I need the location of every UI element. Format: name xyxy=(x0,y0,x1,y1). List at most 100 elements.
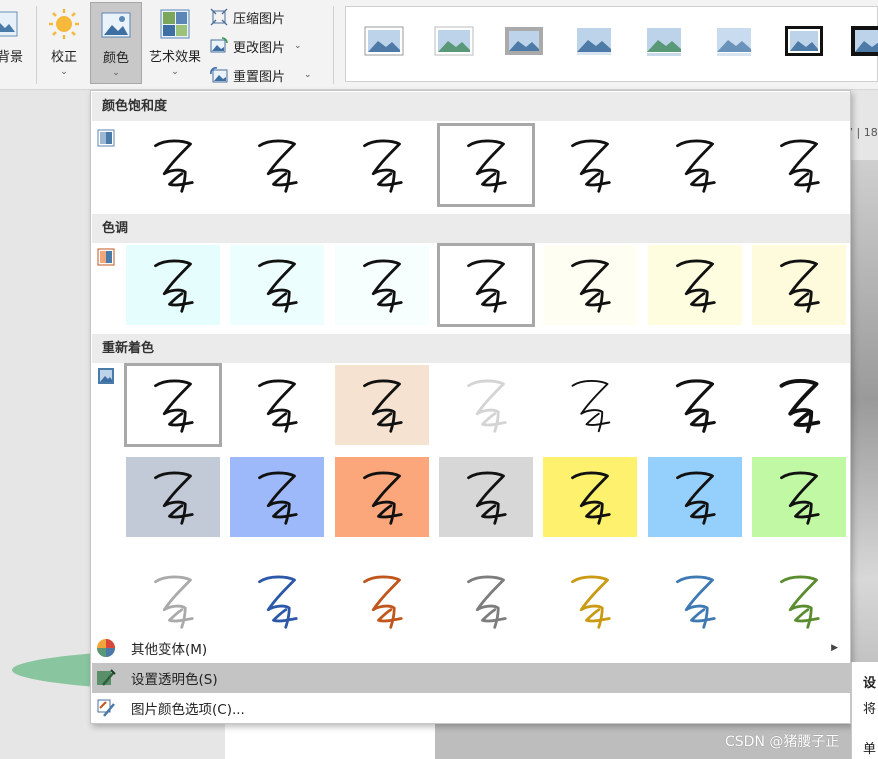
artistic-effects-button[interactable]: 艺术效果 ⌄ xyxy=(143,2,207,84)
change-picture-button[interactable]: 更改图片 ⌄ xyxy=(210,34,302,58)
recolor-option[interactable] xyxy=(335,561,429,641)
handwritten-z4-image xyxy=(676,471,716,525)
saturation-option[interactable] xyxy=(335,125,429,205)
saturation-option[interactable] xyxy=(752,125,846,205)
picture-style-option[interactable] xyxy=(434,25,474,57)
recolor-option[interactable] xyxy=(543,561,637,641)
handwritten-z4-image xyxy=(467,259,507,313)
handwritten-z4-image xyxy=(154,379,194,433)
tone-option[interactable] xyxy=(437,243,535,327)
recolor-option[interactable] xyxy=(124,363,222,447)
picture-style-option[interactable] xyxy=(364,25,404,57)
picture-style-option[interactable] xyxy=(644,25,684,57)
picture-color-options-icon xyxy=(97,699,115,717)
background-icon xyxy=(0,11,18,37)
recolor-option[interactable] xyxy=(335,457,429,537)
handwritten-z4-image xyxy=(363,471,403,525)
ribbon: 背景 校正 ⌄ 颜色 ⌄ 艺术效果 ⌄ 压缩图片 更改图片 ⌄ 重置图片 ⌄ xyxy=(0,0,878,90)
chevron-down-icon: ⌄ xyxy=(112,68,120,78)
handwritten-z4-image xyxy=(363,259,403,313)
chevron-down-icon: ⌄ xyxy=(294,41,302,51)
reset-picture-button[interactable]: 重置图片 ⌄ xyxy=(210,63,312,87)
artistic-effects-label: 艺术效果 xyxy=(148,50,201,65)
tone-option[interactable] xyxy=(752,245,846,325)
tone-option[interactable] xyxy=(543,245,637,325)
recolor-option[interactable] xyxy=(439,457,533,537)
compress-pictures-button[interactable]: 压缩图片 xyxy=(210,5,285,29)
color-picture-icon xyxy=(101,12,131,38)
color-button[interactable]: 颜色 ⌄ xyxy=(90,2,142,84)
saturation-option[interactable] xyxy=(543,125,637,205)
recolor-option[interactable] xyxy=(230,457,324,537)
recolor-option[interactable] xyxy=(648,457,742,537)
recolor-option[interactable] xyxy=(126,457,220,537)
corrections-button[interactable]: 校正 ⌄ xyxy=(44,2,84,84)
recolor-option[interactable] xyxy=(126,561,220,641)
handwritten-z4-image xyxy=(780,471,820,525)
saturation-option[interactable] xyxy=(648,125,742,205)
handwritten-z4-image xyxy=(571,471,611,525)
picture-style-option[interactable] xyxy=(714,25,754,57)
compress-pictures-label: 压缩图片 xyxy=(233,11,286,27)
handwritten-z4-image xyxy=(780,575,820,629)
saturation-option[interactable] xyxy=(437,123,535,207)
watermark: CSDN @猪腰子正 xyxy=(725,734,840,750)
tooltip-title-char: 设 xyxy=(863,676,877,691)
picture-styles-gallery xyxy=(345,6,878,82)
picture-color-options-label: 图片颜色选项(C)... xyxy=(131,702,245,718)
tone-option[interactable] xyxy=(126,245,220,325)
more-variations-menu-item[interactable]: 其他变体(M) ▶ xyxy=(92,633,850,663)
picture-style-option[interactable] xyxy=(850,25,878,57)
handwritten-z4-image xyxy=(571,139,611,193)
set-transparent-color-icon xyxy=(97,669,116,686)
saturation-option[interactable] xyxy=(126,125,220,205)
picture-style-option[interactable] xyxy=(504,25,544,57)
change-picture-icon xyxy=(210,37,228,53)
recolor-option[interactable] xyxy=(439,365,533,445)
handwritten-z4-image xyxy=(675,379,716,433)
section-header-tone: 色调 xyxy=(92,214,850,243)
recolor-icon xyxy=(98,368,114,384)
handwritten-z4-image xyxy=(258,379,298,433)
reset-picture-icon xyxy=(210,67,228,83)
tone-option[interactable] xyxy=(335,245,429,325)
recolor-option[interactable] xyxy=(648,365,742,445)
set-transparent-color-menu-item[interactable]: 设置透明色(S) xyxy=(92,663,850,693)
handwritten-z4-image xyxy=(363,575,403,629)
recolor-option[interactable] xyxy=(752,365,846,445)
handwritten-z4-image xyxy=(780,139,820,193)
ribbon-separator xyxy=(333,6,334,84)
recolor-option[interactable] xyxy=(439,561,533,641)
handwritten-z4-image xyxy=(154,575,194,629)
remove-background-button[interactable]: 背景 xyxy=(0,2,30,84)
handwritten-z4-image xyxy=(676,139,716,193)
reset-picture-label: 重置图片 xyxy=(233,69,286,85)
recolor-option[interactable] xyxy=(752,457,846,537)
tone-option[interactable] xyxy=(230,245,324,325)
recolor-option[interactable] xyxy=(752,561,846,641)
recolor-option[interactable] xyxy=(230,561,324,641)
change-picture-label: 更改图片 xyxy=(233,40,286,56)
handwritten-z4-image xyxy=(571,259,611,313)
recolor-option[interactable] xyxy=(335,365,429,445)
recolor-option[interactable] xyxy=(648,561,742,641)
saturation-icon xyxy=(97,129,115,147)
handwritten-z4-image xyxy=(258,259,298,313)
picture-color-options-menu-item[interactable]: 图片颜色选项(C)... xyxy=(92,693,850,723)
color-dropdown-panel: 颜色饱和度 色调 重新着色 其他变体(M) ▶ 设置透明色(S) 图片颜色选项(… xyxy=(90,90,851,724)
document-page xyxy=(225,720,435,759)
handwritten-z4-image xyxy=(363,379,403,433)
tone-option[interactable] xyxy=(648,245,742,325)
palette-icon xyxy=(97,639,115,657)
handwritten-z4-image xyxy=(258,139,298,193)
picture-style-option[interactable] xyxy=(784,25,824,57)
recolor-option[interactable] xyxy=(230,365,324,445)
picture-style-option[interactable] xyxy=(574,25,614,57)
recolor-option[interactable] xyxy=(543,457,637,537)
tooltip: 设 将 单 xyxy=(851,662,878,759)
handwritten-z4-image xyxy=(571,379,611,433)
set-transparent-color-label: 设置透明色(S) xyxy=(131,672,218,688)
saturation-option[interactable] xyxy=(230,125,324,205)
recolor-option[interactable] xyxy=(543,365,637,445)
handwritten-z4-image xyxy=(363,139,403,193)
